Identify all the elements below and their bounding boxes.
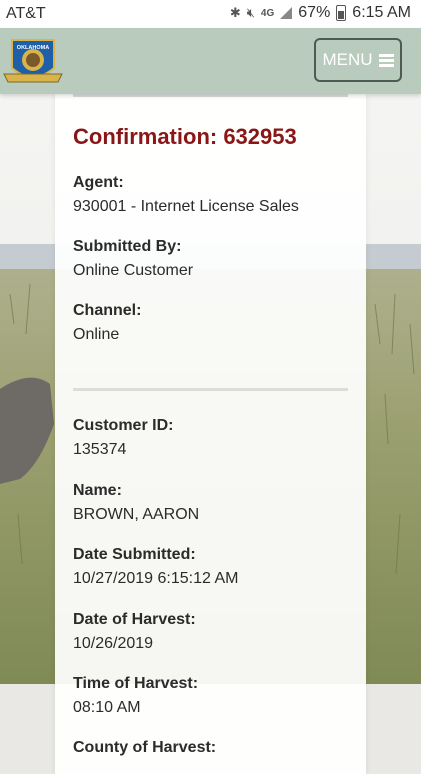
date-submitted-value: 10/27/2019 6:15:12 AM [73, 570, 239, 587]
time-of-harvest-value: 08:10 AM [73, 699, 141, 716]
confirmation-card: Confirmation: 632953 Agent: 930001 - Int… [55, 94, 366, 774]
battery-percent: 67% [298, 4, 331, 21]
name-label: Name: [73, 482, 122, 499]
site-header: OKLAHOMA MENU [0, 28, 421, 94]
agency-logo[interactable]: OKLAHOMA [2, 36, 64, 88]
date-of-harvest-value: 10/26/2019 [73, 635, 154, 652]
signal-icon [280, 7, 293, 19]
channel-label: Channel: [73, 302, 142, 319]
county-of-harvest-label: County of Harvest: [73, 739, 217, 756]
divider [73, 94, 348, 97]
agent-label: Agent: [73, 174, 124, 191]
date-of-harvest-label: Date of Harvest: [73, 611, 196, 628]
mute-icon: 🔇︎ [246, 5, 255, 20]
clock: 6:15 AM [352, 4, 411, 21]
bluetooth-icon: ✱ [229, 5, 241, 20]
section-divider [73, 388, 348, 391]
carrier-label: AT&T [6, 5, 46, 22]
channel-value: Online [73, 326, 120, 343]
submitted-by-label: Submitted By: [73, 238, 182, 255]
date-submitted-label: Date Submitted: [73, 546, 196, 563]
network-4g-icon: 4G [260, 7, 275, 19]
time-of-harvest-label: Time of Harvest: [73, 675, 199, 692]
logo-text: OKLAHOMA [17, 45, 49, 51]
menu-label: MENU [322, 50, 373, 69]
customer-id-label: Customer ID: [73, 417, 174, 434]
hamburger-icon [378, 54, 394, 67]
site-name-blurred [72, 38, 152, 54]
confirmation-title: Confirmation: 632953 [73, 124, 297, 149]
status-bar: AT&T ✱ 🔇︎ 4G 67% 6:15 AM [0, 0, 421, 28]
battery-icon [336, 5, 347, 21]
status-icons: ✱ 🔇︎ 4G 67% 6:15 AM [230, 4, 411, 22]
agent-value: 930001 - Internet License Sales [73, 198, 299, 215]
menu-button[interactable]: MENU [314, 38, 402, 82]
customer-id-value: 135374 [73, 441, 127, 458]
name-value: BROWN, AARON [73, 506, 200, 523]
submitted-by-value: Online Customer [73, 262, 194, 279]
